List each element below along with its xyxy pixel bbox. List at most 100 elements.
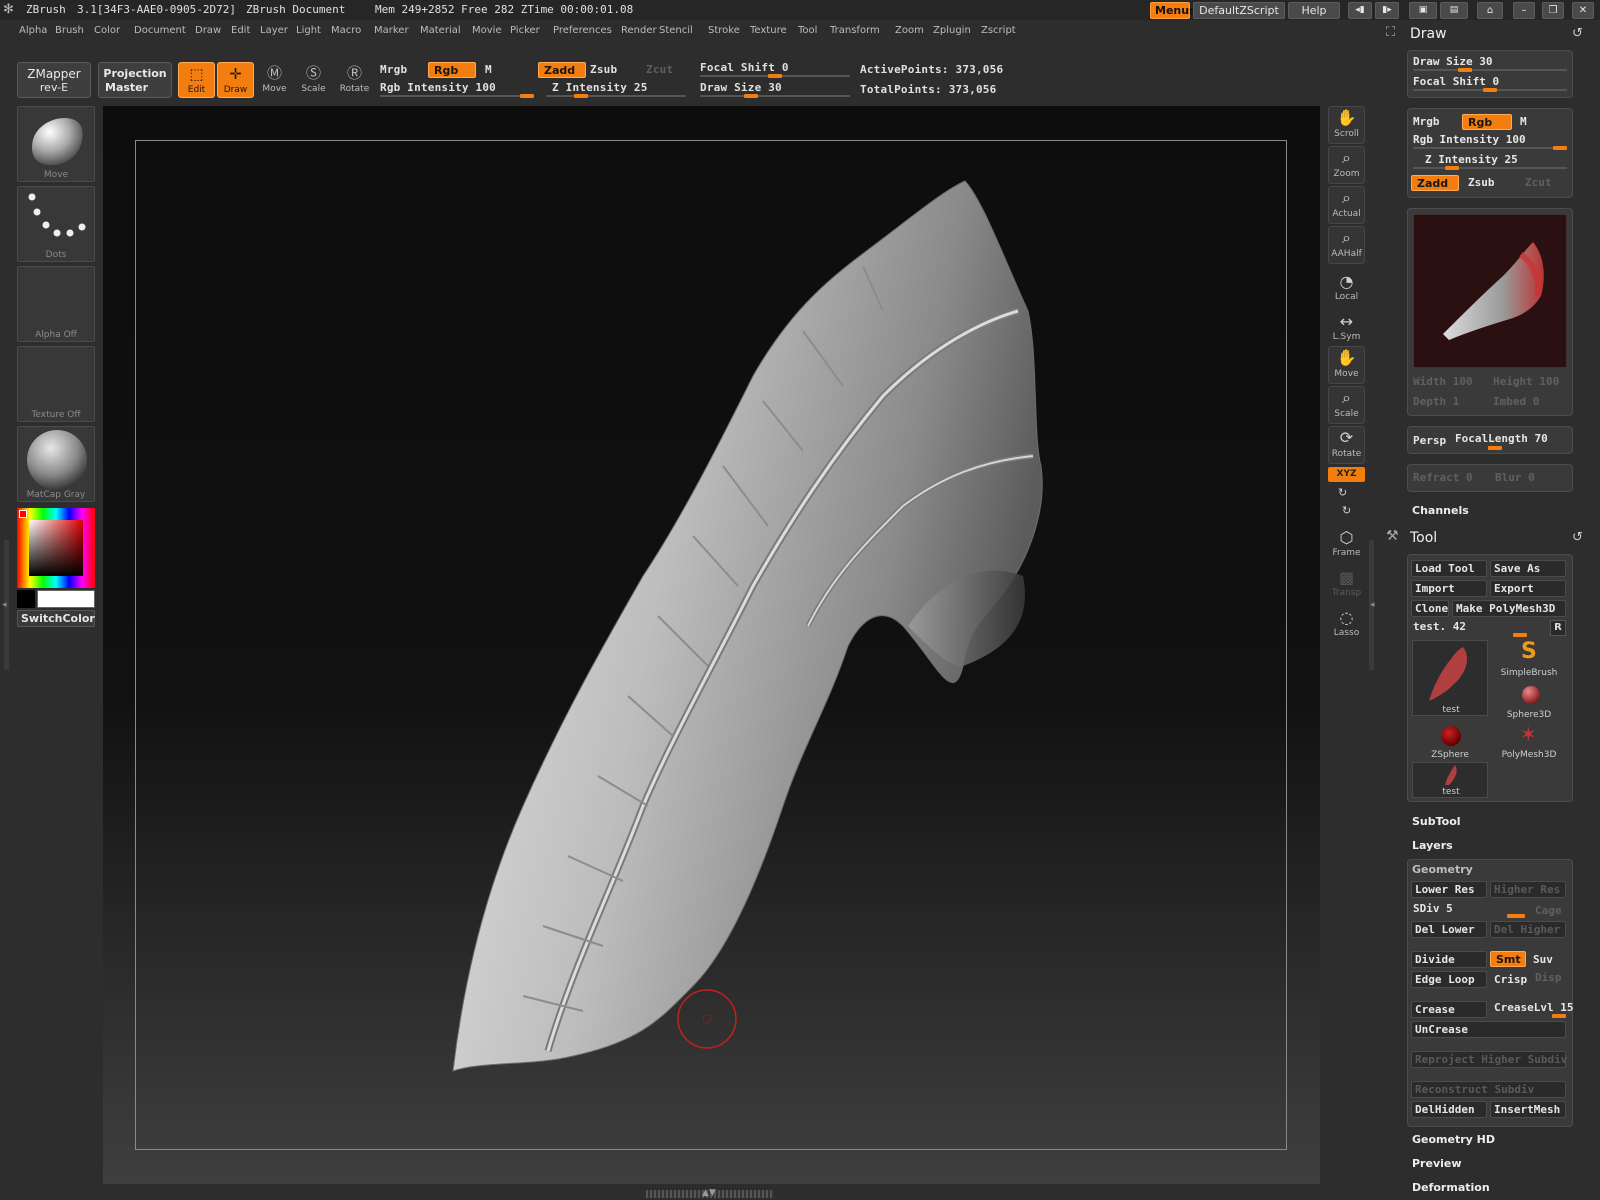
m-toggle[interactable]: M — [485, 63, 492, 76]
panel-zsub[interactable]: Zsub — [1468, 176, 1495, 189]
move-view-button[interactable]: ✋ Move — [1328, 346, 1365, 384]
lsym-button[interactable]: ↔ L.Sym — [1328, 312, 1365, 342]
crease-lvl-slider[interactable]: CreaseLvl 15 — [1494, 1001, 1573, 1014]
zcut-toggle[interactable]: Zcut — [646, 63, 673, 76]
collapse-left-icon[interactable]: ◂ — [2, 600, 7, 610]
suv-toggle[interactable]: Suv — [1533, 953, 1553, 966]
reconstruct-subdiv-button[interactable]: Reconstruct Subdiv — [1411, 1081, 1566, 1098]
local-button[interactable]: ◔ Local — [1328, 272, 1365, 302]
divide-button[interactable]: Divide — [1411, 951, 1487, 968]
menu-preferences[interactable]: Preferences — [553, 25, 612, 36]
panel-draw-size[interactable]: Draw Size 30 — [1413, 55, 1492, 68]
z-intensity-slider[interactable]: Z Intensity 25 — [552, 81, 648, 94]
smt-toggle[interactable]: Smt — [1490, 951, 1526, 967]
import-button[interactable]: Import — [1411, 580, 1487, 597]
color-sv-square[interactable] — [29, 520, 83, 576]
rotate-mode-button[interactable]: Ⓡ Rotate — [336, 62, 373, 98]
panel-z-intensity-knob[interactable] — [1445, 166, 1459, 170]
lock-icon[interactable]: ⌂ — [1477, 2, 1503, 19]
xyz-toggle[interactable]: XYZ — [1328, 467, 1365, 482]
del-higher-button[interactable]: Del Higher — [1490, 921, 1566, 938]
rotate-z-icon[interactable]: ↻ — [1342, 504, 1351, 517]
menu-zoom[interactable]: Zoom — [895, 25, 924, 36]
panel-m[interactable]: M — [1520, 115, 1527, 128]
make-polymesh-button[interactable]: Make PolyMesh3D — [1452, 600, 1566, 617]
persp-toggle[interactable]: Persp — [1413, 434, 1446, 447]
aahalf-button[interactable]: ⌕ AAHalf — [1328, 226, 1365, 264]
rgb-intensity-knob[interactable] — [520, 94, 534, 98]
scroll-button[interactable]: ✋ Scroll — [1328, 106, 1365, 144]
panel-draw-size-knob[interactable] — [1458, 68, 1472, 72]
move-mode-button[interactable]: Ⓜ Move — [256, 62, 293, 98]
preview-section[interactable]: Preview — [1412, 1157, 1462, 1170]
panel-rgb-intensity[interactable]: Rgb Intensity 100 — [1413, 133, 1526, 146]
export-button[interactable]: Export — [1490, 580, 1566, 597]
panel-z-intensity[interactable]: Z Intensity 25 — [1425, 153, 1518, 166]
deformation-section[interactable]: Deformation — [1412, 1181, 1490, 1194]
cage-toggle[interactable]: Cage — [1535, 904, 1562, 917]
menu-transform[interactable]: Transform — [830, 25, 880, 36]
menus-button[interactable]: Menus — [1150, 2, 1196, 19]
delhidden-button[interactable]: DelHidden — [1411, 1101, 1487, 1118]
menu-material[interactable]: Material — [420, 25, 461, 36]
panel-rgb[interactable]: Rgb — [1462, 114, 1512, 130]
actual-button[interactable]: ⌕ Actual — [1328, 186, 1365, 224]
menu-document[interactable]: Document — [134, 25, 186, 36]
menu-macro[interactable]: Macro — [331, 25, 361, 36]
maximize-icon[interactable]: ❐ — [1542, 2, 1564, 19]
disp-slider[interactable]: Disp — [1535, 971, 1562, 984]
tool-thumb-test-2[interactable]: test — [1412, 762, 1488, 798]
layout-2-icon[interactable]: ▤ — [1440, 2, 1468, 19]
insertmesh-button[interactable]: InsertMesh — [1490, 1101, 1566, 1118]
panel-focal-shift[interactable]: Focal Shift 0 — [1413, 75, 1499, 88]
lower-res-button[interactable]: Lower Res — [1411, 881, 1487, 898]
panel-rgb-intensity-knob[interactable] — [1553, 146, 1567, 150]
alpha-selector[interactable]: Alpha Off — [17, 266, 95, 342]
rotate-y-icon[interactable]: ↻ — [1338, 486, 1347, 499]
projection-master-button[interactable]: Projection Master — [98, 62, 172, 98]
zoom-button[interactable]: ⌕ Zoom — [1328, 146, 1365, 184]
edge-loop-button[interactable]: Edge Loop — [1411, 971, 1487, 988]
preview-imbed[interactable]: Imbed 0 — [1493, 395, 1539, 408]
collapse-right-icon[interactable]: ◂ — [1370, 600, 1375, 610]
frame-button[interactable]: ⬡ Frame — [1328, 528, 1365, 558]
refract-slider[interactable]: Refract 0 — [1413, 471, 1473, 484]
secondary-color-swatch[interactable] — [17, 590, 35, 608]
focal-shift-slider[interactable]: Focal Shift 0 — [700, 61, 789, 74]
menu-stroke[interactable]: Stroke — [708, 25, 740, 36]
menu-zplugin[interactable]: Zplugin — [933, 25, 971, 36]
menu-draw[interactable]: Draw — [195, 25, 221, 36]
switch-color-button[interactable]: SwitchColor — [17, 610, 95, 627]
menu-edit[interactable]: Edit — [231, 25, 250, 36]
preview-width[interactable]: Width 100 — [1413, 375, 1473, 388]
sdiv-knob[interactable] — [1507, 914, 1525, 918]
crease-lvl-knob[interactable] — [1552, 1014, 1566, 1018]
draw-size-knob[interactable] — [744, 94, 758, 98]
menu-marker[interactable]: Marker — [374, 25, 409, 36]
rotate-view-button[interactable]: ⟳ Rotate — [1328, 426, 1365, 464]
material-selector[interactable]: MatCap Gray — [17, 426, 95, 502]
tool-thumb-sphere3d[interactable]: Sphere3D — [1491, 682, 1567, 722]
focal-shift-knob[interactable] — [768, 74, 782, 78]
current-tool-knob[interactable] — [1513, 633, 1527, 637]
panel-focal-shift-knob[interactable] — [1483, 88, 1497, 92]
transp-button[interactable]: ▩ Transp — [1328, 568, 1365, 598]
higher-res-button[interactable]: Higher Res — [1490, 881, 1566, 898]
layers-section[interactable]: Layers — [1412, 839, 1453, 852]
menu-movie[interactable]: Movie — [472, 25, 502, 36]
scroll-left-icon[interactable]: ◂▮ — [1348, 2, 1372, 19]
stroke-selector[interactable]: Dots — [17, 186, 95, 262]
crisp-toggle[interactable]: Crisp — [1494, 973, 1527, 986]
tray-toggle-icon[interactable]: ▲▼ — [702, 1188, 716, 1198]
panel-mrgb[interactable]: Mrgb — [1413, 115, 1440, 128]
default-zscript-button[interactable]: DefaultZScript — [1193, 2, 1285, 19]
geometry-hd-section[interactable]: Geometry HD — [1412, 1133, 1495, 1146]
scale-view-button[interactable]: ⌕ Scale — [1328, 386, 1365, 424]
del-lower-button[interactable]: Del Lower — [1411, 921, 1487, 938]
clone-button[interactable]: Clone — [1411, 600, 1449, 617]
save-as-button[interactable]: Save As — [1490, 560, 1566, 577]
uncrease-button[interactable]: UnCrease — [1411, 1021, 1566, 1038]
sdiv-slider[interactable]: SDiv 5 — [1413, 902, 1453, 915]
channels-section[interactable]: Channels — [1412, 504, 1469, 517]
menu-brush[interactable]: Brush — [55, 25, 84, 36]
